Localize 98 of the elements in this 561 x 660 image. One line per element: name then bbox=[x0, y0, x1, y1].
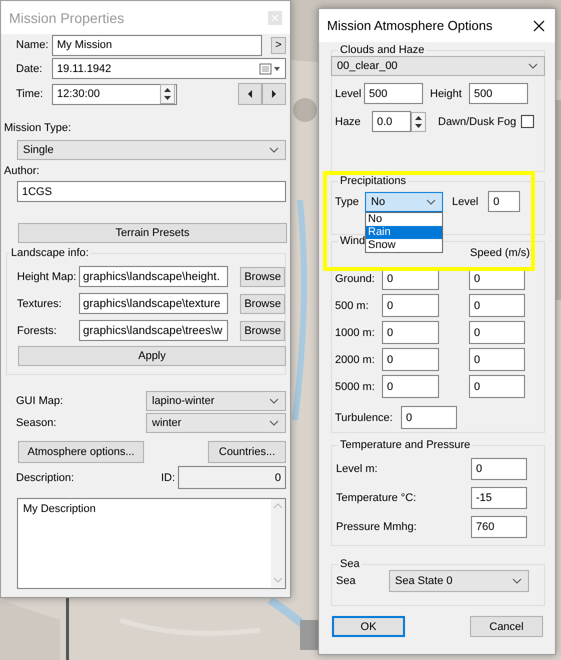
spin-buttons[interactable] bbox=[411, 112, 426, 132]
chevron-down-icon bbox=[528, 63, 538, 69]
text-field[interactable]: 1CGS bbox=[17, 181, 286, 202]
close-icon bbox=[533, 20, 545, 32]
browse-button[interactable]: Browse bbox=[240, 320, 285, 340]
button[interactable]: Terrain Presets bbox=[18, 223, 287, 243]
button[interactable]: Countries... bbox=[208, 441, 286, 463]
chevron-down-icon bbox=[269, 398, 279, 404]
field-label: Author: bbox=[4, 165, 40, 177]
field-label: 2000 m: bbox=[335, 354, 376, 366]
text-field[interactable]: 760 bbox=[471, 516, 527, 538]
field-label: Type bbox=[335, 196, 360, 208]
text-field[interactable]: 0 bbox=[469, 375, 525, 398]
field-label: Time: bbox=[16, 88, 44, 100]
text-field[interactable]: 0 bbox=[471, 458, 527, 480]
text-field[interactable]: 0 bbox=[488, 191, 520, 212]
group-title: Precipitations bbox=[339, 175, 408, 187]
dropdown[interactable]: No bbox=[365, 192, 443, 212]
checkbox[interactable] bbox=[521, 115, 534, 128]
list-item[interactable]: No bbox=[366, 212, 442, 226]
dropdown[interactable]: 00_clear_00 bbox=[331, 56, 545, 76]
field-label: Date: bbox=[16, 62, 44, 74]
field-label: Forests: bbox=[17, 324, 58, 336]
field-label: Level m: bbox=[336, 463, 379, 475]
text-field[interactable]: -15 bbox=[471, 487, 527, 509]
list-item[interactable]: Rain bbox=[366, 226, 442, 238]
field-label: 1000 m: bbox=[335, 326, 376, 338]
group-title: Wind bbox=[339, 235, 366, 247]
field-label: 5000 m: bbox=[335, 380, 376, 392]
group-title: Clouds and Haze bbox=[339, 44, 426, 56]
field-label: Name: bbox=[16, 39, 50, 51]
cancel-button[interactable]: Cancel bbox=[470, 616, 543, 637]
date-field[interactable]: 19.11.1942 bbox=[52, 58, 286, 79]
previous-button[interactable] bbox=[238, 83, 262, 105]
text-field[interactable]: 0 bbox=[469, 348, 525, 371]
dropdown[interactable]: lapino-winter bbox=[146, 391, 286, 411]
field-label: GUI Map: bbox=[16, 395, 64, 407]
field-label: Height bbox=[430, 88, 463, 100]
group-title: Sea bbox=[339, 558, 361, 570]
calendar-icon bbox=[259, 62, 281, 74]
text-field[interactable]: 500 bbox=[364, 83, 423, 104]
field-label: Turbulence: bbox=[335, 412, 394, 424]
chevron-down-icon bbox=[269, 420, 279, 426]
path-field[interactable]: graphics\landscape\texture bbox=[79, 293, 228, 314]
id-field[interactable]: 0 bbox=[178, 466, 286, 489]
field-label: Season: bbox=[16, 417, 58, 429]
close-icon bbox=[268, 10, 282, 24]
list-item[interactable]: Snow bbox=[366, 238, 442, 252]
field-label: Level bbox=[452, 196, 478, 208]
field-label: Ground: bbox=[335, 272, 376, 284]
window-title: Mission Properties bbox=[9, 10, 124, 26]
text-field[interactable]: 500 bbox=[469, 83, 528, 104]
dropdown[interactable]: winter bbox=[146, 413, 286, 433]
chevron-down-icon bbox=[426, 198, 436, 204]
left-arrow-icon bbox=[247, 90, 253, 98]
text-field[interactable]: 0 bbox=[382, 294, 439, 317]
button[interactable]: Atmosphere options... bbox=[18, 441, 144, 463]
field-label: Dawn/Dusk Fog bbox=[438, 116, 516, 128]
field-label: Height Map: bbox=[17, 270, 78, 282]
group-title: Landscape info: bbox=[10, 247, 90, 259]
field-label: Temperature °C: bbox=[336, 492, 418, 504]
text-field[interactable]: My Mission bbox=[52, 34, 262, 56]
right-arrow-icon bbox=[271, 90, 277, 98]
window-title: Mission Atmosphere Options bbox=[327, 18, 492, 33]
down-arrow-icon bbox=[412, 122, 425, 130]
next-button[interactable] bbox=[262, 83, 286, 105]
field-label: Sea bbox=[336, 575, 357, 587]
field-label: Haze bbox=[335, 116, 362, 128]
browse-button[interactable]: Browse bbox=[240, 294, 285, 314]
text-field[interactable]: 0 bbox=[382, 348, 439, 371]
field-label: Level bbox=[335, 88, 362, 100]
chevron-down-icon bbox=[512, 578, 522, 584]
button[interactable]: > bbox=[271, 36, 286, 54]
field-label: Pressure Mmhg: bbox=[336, 521, 418, 533]
field-label: 500 m: bbox=[335, 300, 370, 312]
field-label: Mission Type: bbox=[4, 122, 72, 134]
path-field[interactable]: graphics\landscape\trees\w bbox=[79, 320, 228, 341]
apply-button[interactable]: Apply bbox=[18, 346, 286, 366]
text-field[interactable]: 0 bbox=[469, 321, 525, 344]
text-area[interactable]: My Description bbox=[17, 498, 286, 589]
dropdown[interactable]: Single bbox=[17, 140, 286, 160]
text-field[interactable]: 0 bbox=[401, 406, 457, 429]
time-field[interactable]: 12:30:00 bbox=[52, 84, 177, 104]
ok-button[interactable]: OK bbox=[332, 616, 405, 637]
dropdown[interactable]: Sea State 0 bbox=[389, 570, 529, 592]
spin-buttons[interactable] bbox=[160, 84, 175, 104]
text-field[interactable]: 0 bbox=[382, 375, 439, 398]
browse-button[interactable]: Browse bbox=[240, 266, 285, 286]
column-header: Speed (m/s): bbox=[470, 247, 533, 259]
group-title: Temperature and Pressure bbox=[339, 439, 472, 451]
path-field[interactable]: graphics\landscape\height. bbox=[79, 266, 228, 287]
field-label: ID: bbox=[161, 472, 176, 484]
text-field[interactable]: 0.0 bbox=[372, 111, 411, 132]
field-label: Textures: bbox=[17, 298, 63, 310]
text-field[interactable]: 0 bbox=[469, 294, 525, 317]
chevron-down-icon bbox=[269, 147, 279, 153]
field-label: Description: bbox=[16, 472, 76, 484]
text-field[interactable]: 0 bbox=[382, 321, 439, 344]
